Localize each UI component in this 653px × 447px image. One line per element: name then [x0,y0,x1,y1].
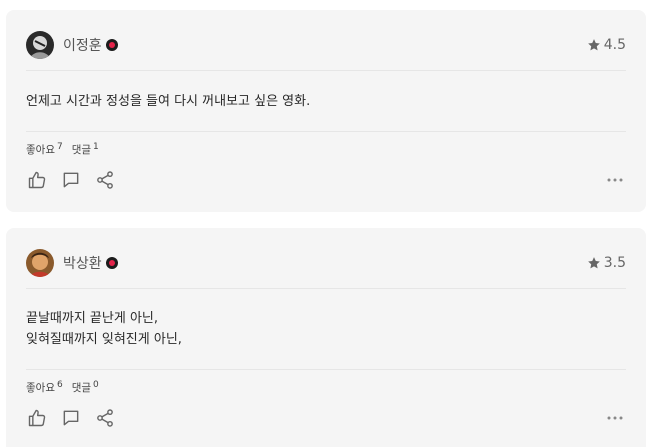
comments-label: 댓글 [71,144,92,156]
divider [26,70,626,71]
rating-value: 3.5 [603,255,626,271]
likes-stat: 좋아요 7 [26,142,63,157]
author-name[interactable]: 이정훈 [63,35,102,55]
divider [26,369,626,370]
comments-label: 댓글 [71,382,92,394]
star-icon [587,257,600,269]
review-stats: 좋아요 7 댓글 1 [26,142,99,157]
comments-count: 1 [93,142,99,152]
rating-value: 4.5 [603,37,626,53]
likes-count: 6 [56,380,63,390]
thumbs-up-icon [28,171,46,189]
avatar[interactable] [26,31,54,59]
review-actions [26,168,626,192]
more-button[interactable] [604,169,626,191]
likes-label: 좋아요 [26,382,55,394]
comments-stat: 댓글 1 [72,142,99,157]
divider [26,131,626,132]
comments-count: 0 [93,380,99,390]
comments-stat: 댓글 0 [72,380,99,395]
likes-stat: 좋아요 6 [26,380,63,395]
review-card: 이정훈 4.5 언제고 시간과 정성을 들여 다시 꺼내보고 싶은 영화. 좋아… [6,10,646,212]
more-icon [607,416,623,420]
star-icon [587,39,600,51]
author-name[interactable]: 박상환 [63,253,102,273]
like-button[interactable] [26,169,48,191]
thumbs-up-icon [28,409,46,427]
rating: 3.5 [587,255,626,271]
avatar[interactable] [26,249,54,277]
comment-icon [63,172,79,188]
comment-icon [63,410,79,426]
review-card: 박상환 3.5 끝날때까지 끝난게 아닌, 잊혀질때까지 잊혀진게 아닌, 좋아… [6,228,646,447]
likes-count: 7 [56,142,63,152]
review-actions [26,406,626,430]
verified-badge-icon [105,257,118,269]
review-text[interactable]: 끝날때까지 끝난게 아닌, 잊혀질때까지 잊혀진게 아닌, [26,308,626,350]
verified-badge-icon [105,39,118,51]
share-icon [97,409,113,427]
share-icon [97,171,113,189]
review-stats: 좋아요 6 댓글 0 [26,380,99,395]
comment-button[interactable] [60,407,82,429]
share-button[interactable] [94,407,116,429]
likes-label: 좋아요 [26,144,55,156]
share-button[interactable] [94,169,116,191]
divider [26,288,626,289]
review-header: 박상환 3.5 [26,246,626,280]
comment-button[interactable] [60,169,82,191]
like-button[interactable] [26,407,48,429]
review-text[interactable]: 언제고 시간과 정성을 들여 다시 꺼내보고 싶은 영화. [26,91,626,112]
more-button[interactable] [604,407,626,429]
review-header: 이정훈 4.5 [26,28,626,62]
rating: 4.5 [587,37,626,53]
more-icon [607,178,623,182]
